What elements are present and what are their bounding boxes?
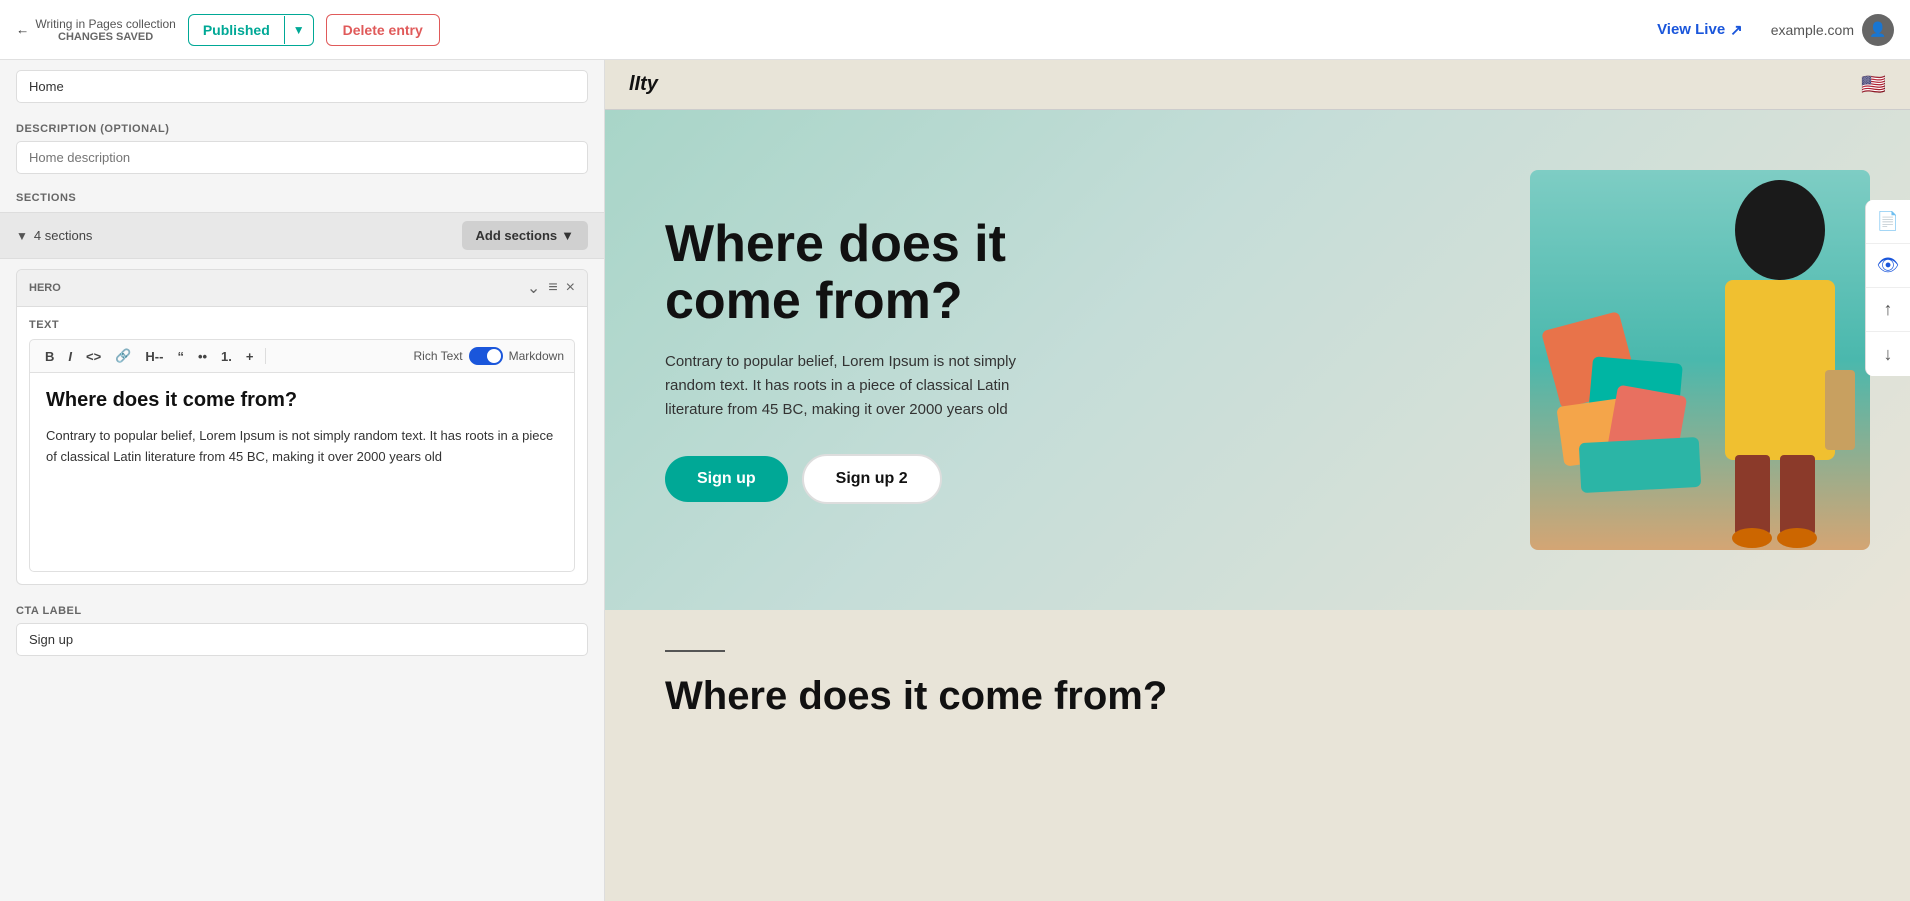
published-button-group[interactable]: Published ▼ xyxy=(188,14,314,46)
preview-section2: Where does it come from? xyxy=(605,610,1910,760)
preview-hero-body: Contrary to popular belief, Lorem Ipsum … xyxy=(665,350,1065,422)
cta-section: CTA LABEL xyxy=(0,595,604,672)
collection-title: Writing in Pages collection xyxy=(35,17,176,31)
bold-button[interactable]: B xyxy=(40,347,59,366)
doc-icon: 📄 xyxy=(1877,211,1899,232)
markdown-label: Markdown xyxy=(509,349,564,363)
sections-count[interactable]: ▼ 4 sections xyxy=(16,228,92,243)
chevron-down-icon: ▼ xyxy=(16,229,28,243)
preview-hero-text: Where does it come from? Contrary to pop… xyxy=(665,216,1145,504)
home-field-section xyxy=(0,60,604,113)
back-arrow-icon: ← xyxy=(16,22,29,37)
move-up-button[interactable]: ↑ xyxy=(1866,288,1910,332)
text-editor-area[interactable]: Where does it come from? Contrary to pop… xyxy=(29,372,575,572)
right-preview: lIty 🇺🇸 Where does it come from? Contrar… xyxy=(605,60,1910,901)
down-arrow-icon: ↓ xyxy=(1884,344,1893,365)
hero-drag-handle[interactable]: ≡ xyxy=(548,279,557,297)
italic-button[interactable]: I xyxy=(63,347,77,366)
saved-status: CHANGES SAVED xyxy=(35,31,176,43)
cta-input[interactable] xyxy=(16,623,588,656)
avatar: 👤 xyxy=(1862,14,1894,46)
preview-hero-section: Where does it come from? Contrary to pop… xyxy=(605,110,1910,610)
preview-wrapper: lIty 🇺🇸 Where does it come from? Contrar… xyxy=(605,60,1910,901)
rich-text-toggle: Rich Text Markdown xyxy=(414,347,565,365)
published-dropdown-arrow[interactable]: ▼ xyxy=(284,16,313,44)
rich-text-label: Rich Text xyxy=(414,349,463,363)
hero-header: HERO ⌄ ≡ × xyxy=(17,270,587,307)
up-arrow-icon: ↑ xyxy=(1884,299,1893,320)
side-icons: 📄 👁 ↑ ↓ xyxy=(1865,200,1910,376)
add-sections-button[interactable]: Add sections ▼ xyxy=(462,221,589,250)
quote-button[interactable]: “ xyxy=(172,347,189,366)
view-live-button[interactable]: View Live ↗ xyxy=(1641,14,1759,46)
preview-hero-buttons: Sign up Sign up 2 xyxy=(665,454,1145,504)
preview-section2-heading: Where does it come from? xyxy=(665,672,1850,720)
ol-button[interactable]: 1. xyxy=(216,347,237,366)
editor-heading: Where does it come from? xyxy=(46,389,558,412)
sections-label: SECTIONS xyxy=(16,192,76,204)
published-main-button[interactable]: Published xyxy=(189,15,284,45)
preview-logo: lIty xyxy=(629,73,658,96)
main-layout: DESCRIPTION (OPTIONAL) SECTIONS ▼ 4 sect… xyxy=(0,60,1910,901)
doc-icon-button[interactable]: 📄 xyxy=(1866,200,1910,244)
cta-label: CTA LABEL xyxy=(16,605,588,617)
sections-count-row: ▼ 4 sections Add sections ▼ xyxy=(0,212,604,259)
domain-area: example.com 👤 xyxy=(1771,14,1894,46)
eye-icon: 👁 xyxy=(1877,255,1900,276)
preview-signup-button[interactable]: Sign up xyxy=(665,456,788,502)
add-sections-arrow-icon: ▼ xyxy=(561,228,574,243)
hero-label: HERO xyxy=(29,282,61,294)
text-label: TEXT xyxy=(29,319,575,331)
sections-count-text: 4 sections xyxy=(34,228,93,243)
hero-collapse-button[interactable]: ⌄ xyxy=(527,278,540,298)
more-button[interactable]: + xyxy=(241,347,259,366)
description-input[interactable] xyxy=(16,141,588,174)
move-down-button[interactable]: ↓ xyxy=(1866,332,1910,376)
section-divider xyxy=(665,650,725,652)
topbar: ← Writing in Pages collection CHANGES SA… xyxy=(0,0,1910,60)
preview-signup2-button[interactable]: Sign up 2 xyxy=(802,454,942,504)
description-label: DESCRIPTION (OPTIONAL) xyxy=(16,123,588,135)
left-panel: DESCRIPTION (OPTIONAL) SECTIONS ▼ 4 sect… xyxy=(0,60,605,901)
delete-entry-button[interactable]: Delete entry xyxy=(326,14,440,46)
hero-block: HERO ⌄ ≡ × TEXT B I <> 🔗 H-- “ xyxy=(16,269,588,585)
preview-flag: 🇺🇸 xyxy=(1861,72,1886,97)
editor-body: Contrary to popular belief, Lorem Ipsum … xyxy=(46,426,558,468)
external-link-icon: ↗ xyxy=(1730,21,1743,39)
back-button[interactable]: ← Writing in Pages collection CHANGES SA… xyxy=(16,17,176,43)
view-live-label: View Live xyxy=(1657,21,1725,38)
text-toolbar: B I <> 🔗 H-- “ •• 1. + Rich Text xyxy=(29,339,575,372)
add-sections-label: Add sections xyxy=(476,228,558,243)
ul-button[interactable]: •• xyxy=(193,347,212,366)
hero-close-button[interactable]: × xyxy=(566,279,575,297)
description-section: DESCRIPTION (OPTIONAL) xyxy=(0,113,604,184)
hero-body: TEXT B I <> 🔗 H-- “ •• 1. + Rich Text xyxy=(17,307,587,584)
preview-hero-image xyxy=(1530,170,1870,550)
eye-icon-button[interactable]: 👁 xyxy=(1866,244,1910,288)
sections-header: SECTIONS xyxy=(0,184,604,212)
hero-controls: ⌄ ≡ × xyxy=(527,278,575,298)
domain-text: example.com xyxy=(1771,22,1854,38)
toggle-knob xyxy=(487,349,501,363)
link-button[interactable]: 🔗 xyxy=(110,346,136,366)
toolbar-divider xyxy=(265,348,266,364)
heading-button[interactable]: H-- xyxy=(140,347,168,366)
preview-nav: lIty 🇺🇸 xyxy=(605,60,1910,110)
code-button[interactable]: <> xyxy=(81,347,106,366)
preview-hero-heading: Where does it come from? xyxy=(665,216,1145,330)
home-input[interactable] xyxy=(16,70,588,103)
rich-markdown-toggle[interactable] xyxy=(469,347,503,365)
